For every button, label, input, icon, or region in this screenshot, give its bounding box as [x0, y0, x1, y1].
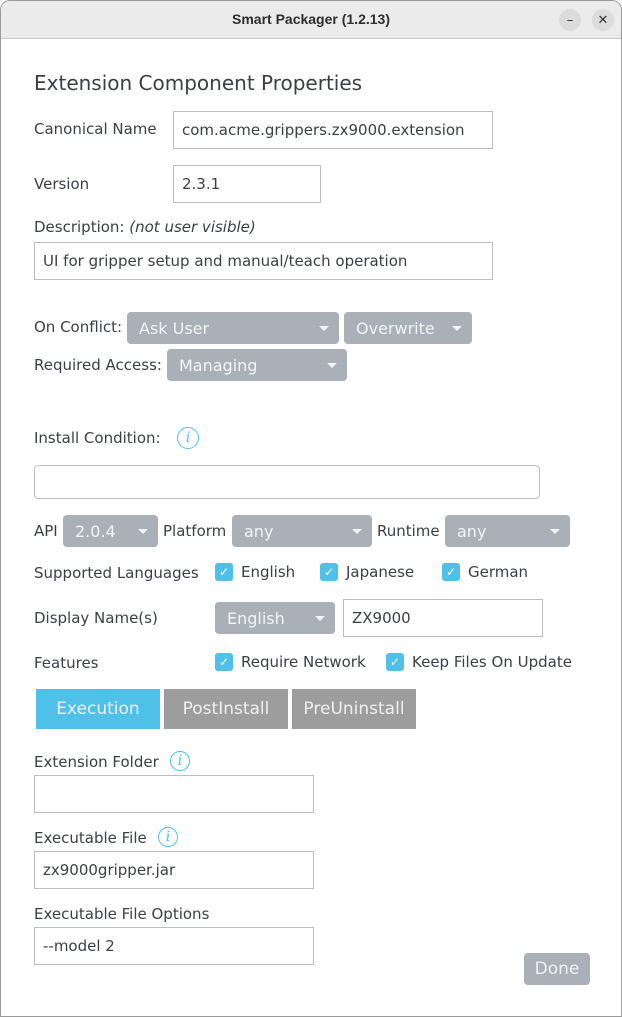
- platform-select[interactable]: any: [232, 515, 372, 547]
- feature-checkbox-keep-files[interactable]: ✓ Keep Files On Update: [386, 653, 572, 671]
- checkbox-label: German: [468, 563, 529, 581]
- description-label: Description: (not user visible): [34, 218, 256, 236]
- executable-options-value: --model 2: [43, 937, 115, 955]
- version-label: Version: [34, 175, 90, 193]
- checkbox-checked-icon: ✓: [215, 653, 233, 671]
- runtime-value: any: [457, 521, 487, 541]
- on-conflict-secondary-select[interactable]: Overwrite: [344, 312, 472, 344]
- display-name-language-value: English: [227, 608, 285, 628]
- platform-label: Platform: [163, 522, 227, 540]
- chevron-down-icon: [315, 616, 325, 621]
- checkbox-checked-icon: ✓: [442, 563, 460, 581]
- description-input[interactable]: UI for gripper setup and manual/teach op…: [34, 242, 493, 280]
- tab-postinstall[interactable]: PostInstall: [164, 689, 288, 729]
- executable-options-input[interactable]: --model 2: [34, 927, 314, 965]
- canonical-name-input[interactable]: com.acme.grippers.zx9000.extension: [173, 111, 493, 149]
- executable-file-label: Executable File: [34, 829, 147, 847]
- minimize-button[interactable]: –: [559, 9, 581, 31]
- checkbox-label: Japanese: [346, 563, 415, 581]
- info-icon[interactable]: i: [158, 827, 178, 847]
- info-icon-glyph: i: [165, 829, 171, 845]
- on-conflict-value: Ask User: [139, 318, 210, 338]
- api-select[interactable]: 2.0.4: [63, 515, 158, 547]
- chevron-down-icon: [327, 363, 337, 368]
- chevron-down-icon: [138, 529, 148, 534]
- executable-file-value: zx9000gripper.jar: [43, 861, 176, 879]
- on-conflict-secondary-value: Overwrite: [356, 318, 434, 338]
- chevron-down-icon: [550, 529, 560, 534]
- display-name-language-select[interactable]: English: [215, 602, 335, 634]
- window-title: Smart Packager (1.2.13): [232, 11, 390, 27]
- done-button[interactable]: Done: [524, 953, 590, 985]
- checkbox-checked-icon: ✓: [386, 653, 404, 671]
- display-names-label: Display Name(s): [34, 609, 158, 627]
- description-label-text: Description:: [34, 218, 125, 236]
- canonical-name-label: Canonical Name: [34, 120, 157, 138]
- feature-checkbox-require-network[interactable]: ✓ Require Network: [215, 653, 366, 671]
- tab-preuninstall[interactable]: PreUninstall: [292, 689, 416, 729]
- language-checkbox-german[interactable]: ✓ German: [442, 563, 528, 581]
- display-name-value: ZX9000: [352, 609, 411, 627]
- platform-value: any: [244, 521, 274, 541]
- checkbox-checked-icon: ✓: [320, 563, 338, 581]
- extension-folder-label: Extension Folder: [34, 753, 159, 771]
- minimize-icon: –: [566, 12, 574, 28]
- language-checkbox-japanese[interactable]: ✓ Japanese: [320, 563, 414, 581]
- checkbox-checked-icon: ✓: [215, 563, 233, 581]
- chevron-down-icon: [319, 326, 329, 331]
- description-note: (not user visible): [129, 218, 256, 236]
- version-value: 2.3.1: [182, 175, 221, 193]
- api-label: API: [34, 522, 58, 540]
- version-input[interactable]: 2.3.1: [173, 165, 321, 203]
- on-conflict-label: On Conflict:: [34, 318, 123, 336]
- features-label: Features: [34, 654, 99, 672]
- tab-execution[interactable]: Execution: [36, 689, 160, 729]
- runtime-select[interactable]: any: [445, 515, 570, 547]
- info-icon-glyph: i: [177, 753, 183, 769]
- required-access-value: Managing: [179, 355, 258, 375]
- checkbox-label: Keep Files On Update: [412, 653, 572, 671]
- title-bar: Smart Packager (1.2.13) – ✕: [1, 1, 621, 39]
- executable-file-input[interactable]: zx9000gripper.jar: [34, 851, 314, 889]
- extension-folder-input[interactable]: [34, 775, 314, 813]
- canonical-name-value: com.acme.grippers.zx9000.extension: [182, 121, 465, 139]
- supported-languages-label: Supported Languages: [34, 564, 199, 582]
- checkbox-label: Require Network: [241, 653, 366, 671]
- chevron-down-icon: [452, 326, 462, 331]
- checkbox-label: English: [241, 563, 296, 581]
- required-access-label: Required Access:: [34, 356, 162, 374]
- display-name-input[interactable]: ZX9000: [343, 599, 543, 637]
- description-value: UI for gripper setup and manual/teach op…: [43, 252, 408, 270]
- info-icon[interactable]: i: [177, 427, 199, 449]
- smart-packager-window: Smart Packager (1.2.13) – ✕ Extension Co…: [0, 0, 622, 1017]
- executable-options-label: Executable File Options: [34, 905, 210, 923]
- on-conflict-select[interactable]: Ask User: [127, 312, 339, 344]
- install-condition-label: Install Condition:: [34, 429, 161, 447]
- close-button[interactable]: ✕: [592, 9, 614, 31]
- page-title: Extension Component Properties: [34, 71, 363, 95]
- chevron-down-icon: [352, 529, 362, 534]
- close-icon: ✕: [597, 12, 609, 28]
- api-value: 2.0.4: [75, 521, 116, 541]
- info-icon-glyph: i: [185, 430, 191, 446]
- install-condition-input[interactable]: [34, 465, 540, 499]
- required-access-select[interactable]: Managing: [167, 349, 347, 381]
- runtime-label: Runtime: [377, 522, 440, 540]
- info-icon[interactable]: i: [170, 751, 190, 771]
- language-checkbox-english[interactable]: ✓ English: [215, 563, 295, 581]
